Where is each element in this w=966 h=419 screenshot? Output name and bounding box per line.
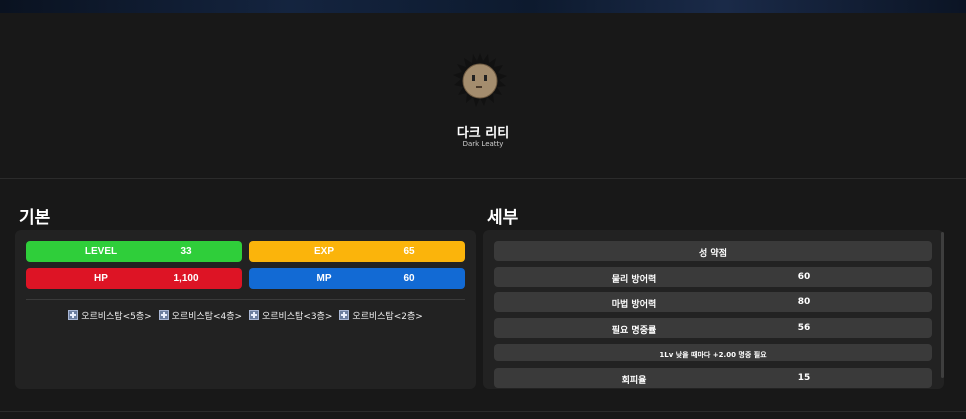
exp-label: EXP	[313, 246, 334, 257]
required-accuracy-label: 필요 명중률	[611, 326, 657, 336]
hp-value: 1,100	[173, 273, 199, 284]
evasion-row: 회피율 15	[494, 368, 932, 388]
exp-value: 65	[403, 246, 415, 257]
evasion-label: 회피율	[621, 376, 647, 386]
location-label: 오르비스탑<4층>	[171, 312, 243, 322]
magic-defense-row: 마법 방어력 80	[494, 292, 932, 312]
location-link[interactable]: 오르비스탑<2층>	[339, 309, 423, 322]
required-accuracy-value: 56	[797, 323, 811, 333]
mp-label: MP	[316, 273, 332, 284]
magic-defense-value: 80	[797, 297, 811, 307]
exp-stat: EXP 65	[249, 241, 465, 262]
detail-section-title: 세부	[487, 208, 519, 228]
element-weakness-row: 성 약점	[494, 241, 932, 261]
location-link[interactable]: 오르비스탑<5층>	[68, 309, 152, 322]
mp-value: 60	[403, 273, 415, 284]
divider	[26, 299, 465, 300]
monster-name: 다크 리티	[456, 126, 510, 141]
level-stat: LEVEL 33	[26, 241, 242, 262]
monster-header: 다크 리티 Dark Leatty	[0, 13, 966, 179]
physical-defense-label: 물리 방어력	[611, 275, 657, 285]
location-label: 오르비스탑<3층>	[261, 312, 333, 322]
location-label: 오르비스탑<5층>	[81, 312, 152, 322]
magic-defense-label: 마법 방어력	[611, 300, 657, 310]
accuracy-note-row: 1Lv 낮을 때마다 +2.00 명중 필요	[494, 344, 932, 361]
location-link[interactable]: 오르비스탑<4층>	[158, 309, 243, 322]
map-icon	[68, 310, 79, 320]
map-icon	[248, 310, 259, 320]
level-value: 33	[180, 246, 192, 257]
mp-stat: MP 60	[249, 268, 465, 289]
map-icon	[158, 310, 169, 320]
location-label: 오르비스탑<2층>	[352, 312, 423, 322]
physical-defense-value: 60	[797, 272, 811, 282]
hp-stat: HP 1,100	[26, 268, 242, 289]
bottom-divider	[0, 411, 966, 412]
element-weakness-label: 성 약점	[699, 249, 727, 259]
basic-panel: LEVEL 33 EXP 65 HP 1,100 MP 60 오르비스탑<5층>…	[15, 230, 476, 389]
detail-scrollbar[interactable]	[941, 232, 944, 378]
location-link[interactable]: 오르비스탑<3층>	[248, 309, 333, 322]
required-accuracy-row: 필요 명중률 56	[494, 318, 932, 338]
dark-leatty-sprite-icon	[453, 53, 507, 107]
basic-section-title: 기본	[19, 208, 51, 228]
detail-panel: 성 약점 물리 방어력 60 마법 방어력 80 필요 명중률 56 1Lv 낮…	[483, 230, 944, 389]
location-list: 오르비스탑<5층> 오르비스탑<4층> 오르비스탑<3층> 오르비스탑<2층>	[15, 309, 476, 322]
physical-defense-row: 물리 방어력 60	[494, 267, 932, 287]
map-icon	[339, 310, 350, 320]
hp-label: HP	[94, 273, 108, 284]
top-banner	[0, 0, 966, 13]
monster-english-name: Dark Leatty	[462, 140, 504, 148]
evasion-value: 15	[797, 373, 811, 383]
level-label: LEVEL	[84, 246, 118, 257]
accuracy-note: 1Lv 낮을 때마다 +2.00 명중 필요	[659, 351, 767, 359]
